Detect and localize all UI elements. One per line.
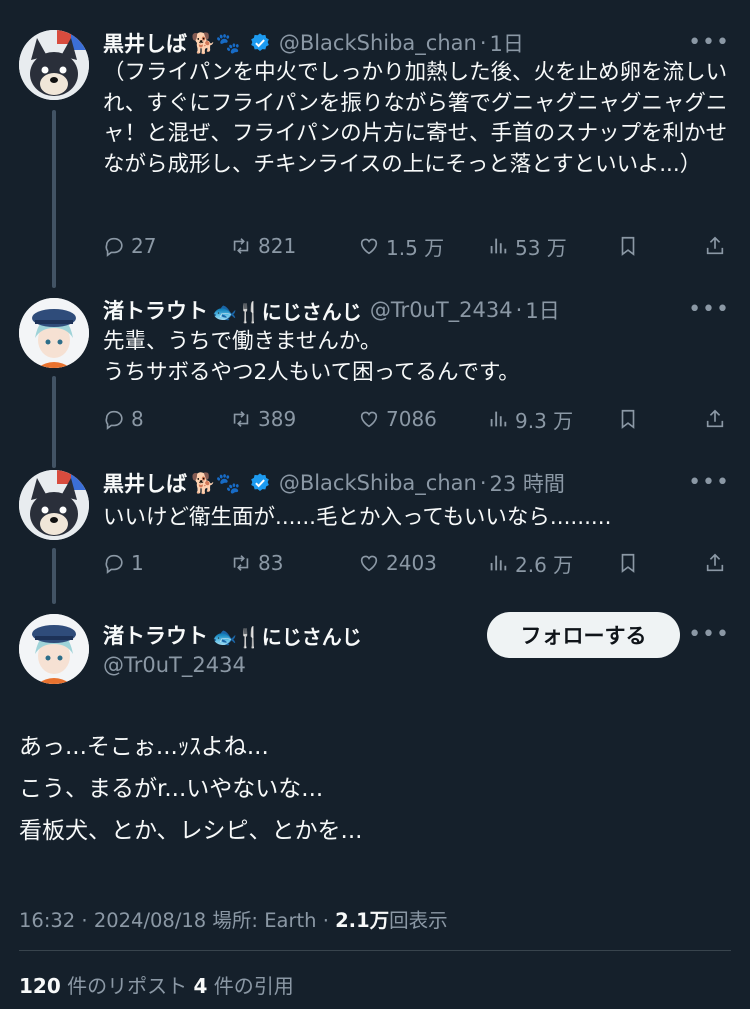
like-button[interactable]: 2403 [358, 551, 437, 575]
avatar-blackshiba[interactable] [19, 470, 89, 540]
retweet-button[interactable]: 821 [230, 234, 296, 258]
reply-count: 27 [131, 234, 157, 258]
like-count: 1.5 万 [386, 235, 445, 260]
timestamp[interactable]: 1日 [525, 295, 559, 325]
retweet-count: 821 [258, 234, 297, 258]
reply-icon [105, 410, 123, 430]
views-count: 9.3 万 [515, 408, 574, 433]
like-button[interactable]: 1.5 万 [358, 232, 444, 261]
user-handle[interactable]: @BlackShiba_chan [279, 31, 477, 55]
reposts-count: 120 [19, 974, 61, 998]
user-handle[interactable]: @Tr0uT_2434 [370, 298, 513, 322]
like-count: 7086 [386, 407, 437, 431]
views-icon [490, 238, 507, 254]
verified-icon [251, 33, 269, 51]
views-icon [490, 411, 507, 427]
view-count: 2.1万 [335, 909, 390, 932]
more-icon[interactable]: ••• [688, 470, 730, 495]
views-button[interactable]: 9.3 万 [487, 405, 573, 434]
separator-dot: · [479, 471, 487, 495]
display-name[interactable]: 黒井しば [103, 468, 187, 498]
post-location: 場所: Earth [212, 909, 317, 932]
tweet-text: 先輩、うちで働きませんか。 うちサボるやつ2人もいて困ってるんです。 [103, 329, 520, 385]
retweet-icon [233, 555, 249, 571]
reposts-label: 件のリポスト [67, 974, 188, 998]
tweet-text: （フライパンを中火でしっかり加熱した後、火を止め卵を流しいれ、すぐにフライパンを… [103, 60, 728, 177]
follow-button[interactable]: フォローする [487, 612, 680, 658]
heart-icon [360, 411, 378, 428]
display-name[interactable]: 黒井しば [103, 28, 187, 58]
reposts-link[interactable]: 120 件のリポスト [19, 974, 187, 998]
views-icon [490, 555, 507, 571]
reply-button[interactable]: 8 [103, 407, 144, 431]
user-handle[interactable]: @Tr0uT_2434 [103, 653, 246, 677]
like-count: 2403 [386, 551, 437, 575]
bookmark-icon [621, 409, 635, 429]
retweet-icon [233, 411, 249, 427]
quotes-count: 4 [193, 974, 208, 998]
share-icon [706, 553, 724, 572]
bookmark-button[interactable] [617, 408, 639, 430]
heart-icon [360, 555, 378, 572]
share-button[interactable] [704, 235, 726, 257]
retweet-count: 389 [258, 407, 297, 431]
reply-count: 8 [131, 407, 144, 431]
bookmark-button[interactable] [617, 235, 639, 257]
reply-button[interactable]: 1 [103, 551, 144, 575]
retweet-button[interactable]: 83 [230, 551, 283, 575]
main-tweet-text: あっ...そこぉ...ｯｽよね... こう、まるがr...いやないな... 看板… [19, 734, 363, 844]
more-icon[interactable]: ••• [688, 297, 730, 322]
reply-icon [105, 237, 123, 257]
share-icon [706, 409, 724, 428]
tweet-meta: 16:32 · 2024/08/18 場所: Earth · 2.1万回表示 [19, 909, 448, 932]
reply-icon [105, 554, 123, 574]
bookmark-icon [621, 553, 635, 573]
share-icon [706, 236, 724, 255]
name-suffix: 🐟🍴にじさんじ [212, 299, 362, 324]
reply-count: 1 [131, 551, 144, 575]
views-count: 2.6 万 [515, 552, 574, 577]
separator-dot: · [515, 298, 523, 322]
views-count: 53 万 [515, 235, 567, 260]
tweet-text: いいけど衛生面が......毛とか入ってもいいなら......... [103, 505, 612, 530]
divider [19, 950, 731, 951]
user-handle[interactable]: @BlackShiba_chan [279, 471, 477, 495]
timestamp[interactable]: 23 時間 [490, 468, 565, 498]
bookmark-icon [621, 236, 635, 256]
share-button[interactable] [704, 552, 726, 574]
display-name[interactable]: 渚トラウト [103, 620, 208, 650]
thread-line [52, 110, 56, 288]
avatar-blackshiba[interactable] [19, 30, 89, 100]
views-button[interactable]: 53 万 [487, 232, 567, 261]
share-button[interactable] [704, 408, 726, 430]
verified-icon [251, 473, 269, 491]
more-icon[interactable]: ••• [688, 30, 730, 55]
display-name[interactable]: 渚トラウト [103, 295, 208, 325]
post-time[interactable]: 16:32 [19, 909, 75, 932]
post-date[interactable]: 2024/08/18 [94, 909, 206, 932]
name-emoji: 🐕🐾 [191, 471, 241, 495]
thread-line [52, 376, 56, 468]
bookmark-button[interactable] [617, 552, 639, 574]
retweet-button[interactable]: 389 [230, 407, 296, 431]
like-button[interactable]: 7086 [358, 407, 437, 431]
name-suffix: 🐟🍴にじさんじ [212, 624, 362, 649]
retweet-count: 83 [258, 551, 284, 575]
views-button[interactable]: 2.6 万 [487, 549, 573, 578]
timestamp[interactable]: 1日 [490, 28, 524, 58]
more-icon[interactable]: ••• [688, 622, 730, 647]
reply-button[interactable]: 27 [103, 234, 156, 258]
retweet-icon [233, 238, 249, 254]
view-label: 回表示 [389, 909, 448, 932]
avatar-trout[interactable] [19, 298, 89, 368]
quotes-link[interactable]: 4 件の引用 [193, 974, 293, 998]
quotes-label: 件の引用 [213, 974, 294, 998]
engagement-stats: 120 件のリポスト 4 件の引用 [19, 970, 294, 999]
name-emoji: 🐕🐾 [191, 31, 241, 55]
separator-dot: · [479, 31, 487, 55]
thread-line [52, 548, 56, 604]
heart-icon [360, 238, 378, 255]
avatar-trout[interactable] [19, 614, 89, 684]
